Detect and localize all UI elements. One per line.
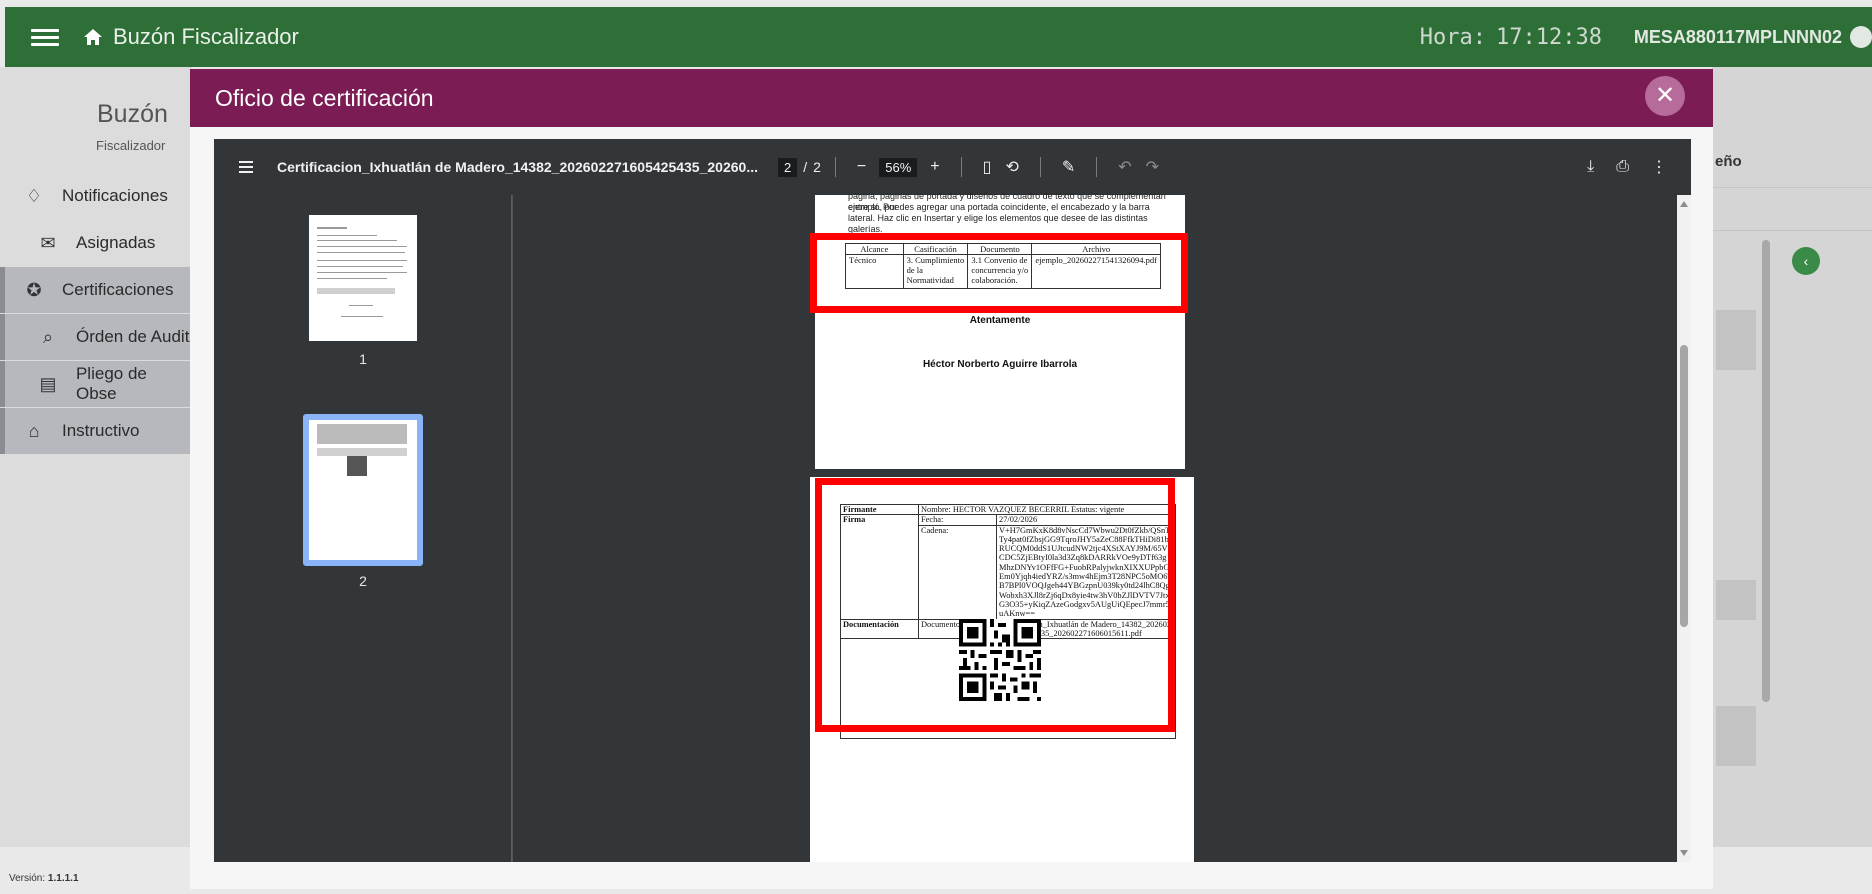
zoom-out-icon[interactable]: − (857, 158, 866, 176)
document-icon: ▤ (39, 374, 57, 394)
scroll-down-icon[interactable] (1680, 850, 1688, 856)
pdf-toolbar: Certificacion_Ixhuatlán de Madero_14382_… (214, 139, 1691, 195)
sidebar-item-label: Asignadas (76, 233, 156, 252)
modal-title: Oficio de certificación (215, 84, 434, 111)
sidebar-item-instructivo[interactable]: ⌂ Instructivo (0, 408, 192, 454)
sidebar-item-label: Certificaciones (62, 280, 174, 299)
zoom-in-icon[interactable]: + (930, 158, 939, 176)
document-intro: ejemplo, puedes agregar una portada coin… (848, 202, 1150, 234)
background-row (1716, 580, 1756, 620)
rotate-icon[interactable]: ⟲ (1005, 157, 1018, 177)
collapse-button[interactable]: ‹ (1792, 247, 1820, 275)
clock-label: Hora: (1419, 24, 1487, 50)
clock-value: 17:12:38 (1496, 24, 1602, 50)
fit-page-icon[interactable]: ▯ (983, 157, 992, 177)
closing-text: Atentamente (969, 315, 1031, 326)
certification-modal: Oficio de certificación ✕ Certificacion_… (190, 69, 1713, 889)
app-title: Buzón Fiscalizador (113, 24, 299, 49)
column-header-fragment: eño (1715, 153, 1742, 170)
thumbnail-page-2[interactable] (309, 420, 417, 560)
sidebar-subtitle: Fiscalizador (96, 138, 166, 153)
top-bar: Buzón Fiscalizador Hora: 17:12:38 MESA880… (5, 7, 1872, 67)
document-scrollbar[interactable] (1677, 195, 1691, 862)
more-options-icon[interactable]: ⋮ (1651, 157, 1667, 177)
highlight-box-table (810, 233, 1188, 313)
thumbnail-page-1[interactable] (309, 215, 417, 341)
sidebar-title: Buzón (97, 100, 168, 128)
scroll-up-icon[interactable] (1680, 201, 1688, 207)
thumbnail-label: 1 (359, 351, 367, 367)
version-value: 1.1.1.1 (47, 873, 79, 884)
sidebar-item-label: Notificaciones (62, 186, 168, 205)
home-icon[interactable] (83, 28, 103, 46)
background-scrollbar[interactable] (1762, 240, 1770, 702)
sidebar-item-label: Pliego de Obse (75, 364, 147, 403)
divider (1712, 230, 1872, 231)
user-id[interactable]: MESA880117MPLNNN02 (1634, 27, 1842, 48)
document-canvas[interactable]: página, páginas de portada y diseños de … (513, 191, 1691, 862)
toolbar-divider (1039, 157, 1041, 177)
search-document-icon: ⌕ (42, 327, 54, 347)
award-icon: ✪ (26, 280, 42, 300)
download-icon[interactable]: ⤓ (1587, 158, 1594, 176)
scroll-thumb[interactable] (1680, 345, 1688, 627)
clock: Hora: 17:12:38 (1420, 25, 1602, 50)
menu-icon[interactable] (31, 28, 59, 46)
sidebar-item-notificaciones[interactable]: ♢ Notificaciones (0, 173, 192, 219)
background-row (1716, 310, 1756, 370)
sidebar-item-pliego[interactable]: ▤ Pliego de Obse (0, 361, 192, 407)
toolbar-divider (960, 157, 962, 177)
version: Versión: 1.1.1.1 (9, 873, 79, 884)
zoom-input[interactable]: 56% (879, 157, 918, 177)
undo-icon[interactable]: ↶ (1118, 157, 1131, 177)
divider (1712, 187, 1872, 188)
page-number-input[interactable]: 2 (777, 157, 798, 177)
redo-icon[interactable]: ↷ (1146, 157, 1159, 177)
modal-header: Oficio de certificación ✕ (190, 69, 1713, 127)
sidebar-item-asignadas[interactable]: ✉ Asignadas (0, 220, 192, 266)
mail-icon: ✉ (40, 233, 56, 253)
pdf-viewer: Certificacion_Ixhuatlán de Madero_14382_… (214, 139, 1691, 862)
bell-icon: ♢ (25, 186, 43, 206)
version-label: Versión: (9, 873, 46, 884)
print-icon[interactable]: ⎙ (1616, 158, 1629, 176)
background-row (1716, 706, 1756, 766)
thumbnail-label: 2 (359, 573, 367, 589)
toolbar-divider (834, 157, 836, 177)
thumbnail-panel: 1 2 (214, 195, 512, 862)
signer-name: Héctor Norberto Aguirre Ibarrola (922, 359, 1078, 370)
sidebar: Buzón Fiscalizador ♢ Notificaciones ✉ Asig… (0, 67, 192, 847)
pdf-file-name: Certificacion_Ixhuatlán de Madero_14382_… (277, 159, 758, 175)
close-icon[interactable]: ✕ (1645, 76, 1685, 116)
sidebar-item-orden-auditoria[interactable]: ⌕ Órden de Audit (0, 314, 192, 360)
account-icon[interactable] (1850, 26, 1872, 48)
page-separator: / (803, 159, 808, 175)
sidebar-item-label: Instructivo (62, 421, 140, 440)
sidebar-item-label: Órden de Audit (76, 327, 190, 346)
home-icon: ⌂ (28, 421, 40, 441)
annotate-icon[interactable]: ✎ (1062, 157, 1075, 177)
sidebar-toggle-icon[interactable] (239, 161, 253, 173)
total-pages: 2 (813, 159, 821, 175)
toolbar-divider (1096, 157, 1098, 177)
sidebar-item-certificaciones[interactable]: ✪ Certificaciones (0, 267, 192, 313)
highlight-box-signature (815, 478, 1175, 732)
